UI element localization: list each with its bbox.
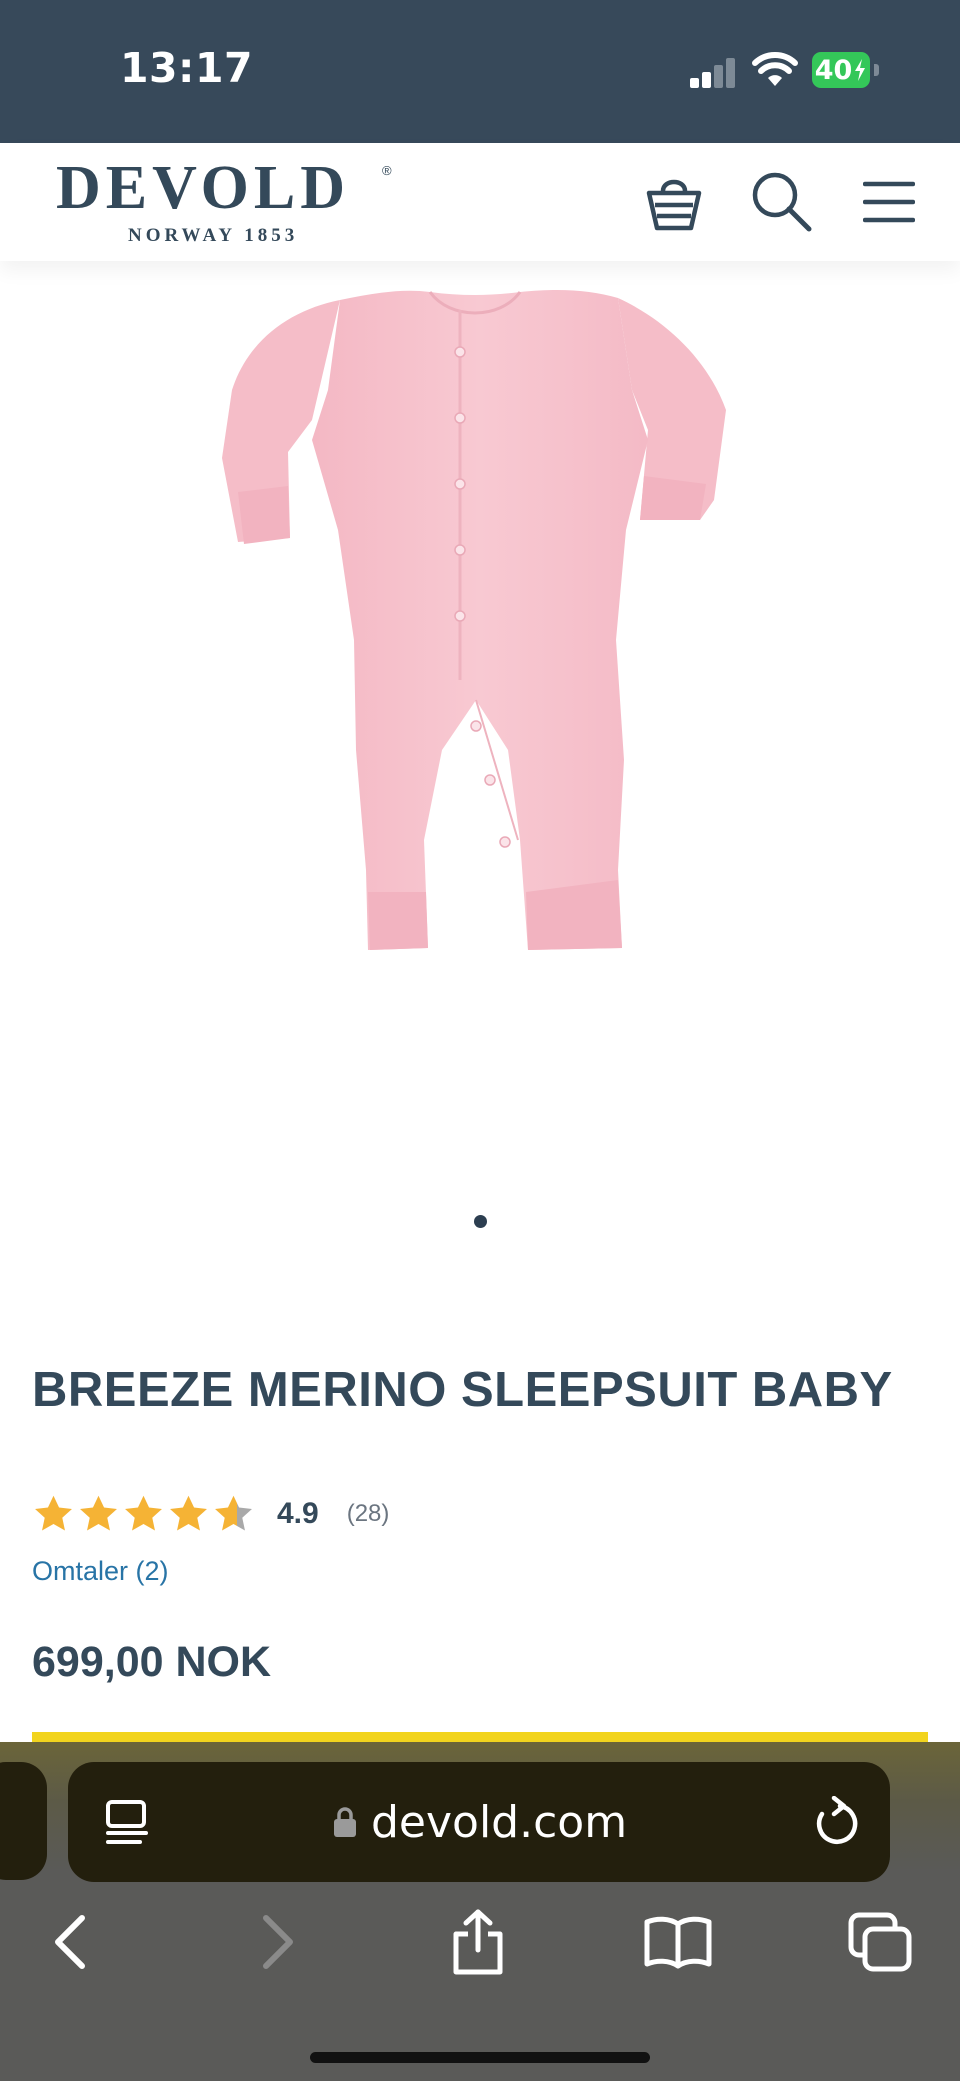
star-icon bbox=[80, 1495, 117, 1530]
star-icon bbox=[170, 1495, 207, 1530]
menu-button[interactable] bbox=[854, 167, 924, 237]
rating-row[interactable]: 4.9 (28) bbox=[32, 1490, 389, 1538]
carousel-dot-active[interactable] bbox=[474, 1215, 487, 1228]
browser-toolbar: devold.com bbox=[0, 1742, 960, 2081]
wifi-icon bbox=[752, 52, 798, 86]
share-icon bbox=[453, 1909, 503, 1975]
status-bar: 13:17 40 bbox=[0, 0, 960, 143]
status-time: 13:17 bbox=[120, 44, 254, 92]
product-price: 699,00 NOK bbox=[32, 1638, 272, 1686]
reload-icon[interactable] bbox=[810, 1796, 858, 1848]
rating-stars bbox=[32, 1493, 255, 1536]
url-text: devold.com bbox=[371, 1796, 628, 1848]
bookmarks-icon bbox=[644, 1916, 712, 1969]
address-bar[interactable]: devold.com bbox=[68, 1762, 890, 1882]
brand-tagline: NORWAY 1853 bbox=[128, 225, 299, 246]
tabs-icon bbox=[848, 1912, 912, 1972]
previous-tab-preview[interactable] bbox=[0, 1762, 47, 1880]
forward-button[interactable] bbox=[238, 1902, 318, 1982]
rating-count: (28) bbox=[346, 1500, 390, 1527]
home-indicator bbox=[310, 2052, 650, 2063]
star-half-icon bbox=[215, 1495, 252, 1530]
star-icon bbox=[125, 1495, 162, 1530]
shopping-basket-icon bbox=[646, 179, 702, 231]
search-button[interactable] bbox=[747, 167, 817, 237]
lock-icon bbox=[334, 1807, 356, 1837]
reader-mode-icon[interactable] bbox=[102, 1798, 154, 1850]
back-button[interactable] bbox=[30, 1902, 110, 1982]
signal-icon bbox=[690, 58, 735, 88]
product-title: BREEZE MERINO SLEEPSUIT BABY bbox=[32, 1363, 893, 1417]
tabs-button[interactable] bbox=[840, 1902, 920, 1982]
product-image[interactable] bbox=[220, 280, 740, 960]
battery-level: 40 bbox=[814, 54, 853, 86]
site-header: DEVOLD ® NORWAY 1853 bbox=[0, 143, 960, 261]
share-button[interactable] bbox=[438, 1902, 518, 1982]
battery-charging-icon: 40 bbox=[812, 52, 880, 88]
registered-mark-icon: ® bbox=[382, 163, 392, 178]
back-icon bbox=[55, 1915, 85, 1969]
hamburger-menu-icon bbox=[863, 181, 915, 223]
cart-button[interactable] bbox=[639, 167, 709, 237]
search-icon bbox=[752, 172, 812, 232]
bookmarks-button[interactable] bbox=[638, 1902, 718, 1982]
reviews-link[interactable]: Omtaler (2) bbox=[32, 1556, 169, 1587]
rating-value: 4.9 bbox=[277, 1497, 319, 1530]
brand-logo[interactable]: DEVOLD bbox=[56, 153, 350, 224]
url-group[interactable]: devold.com bbox=[333, 1792, 627, 1852]
forward-icon bbox=[263, 1915, 293, 1969]
star-icon bbox=[35, 1495, 72, 1530]
